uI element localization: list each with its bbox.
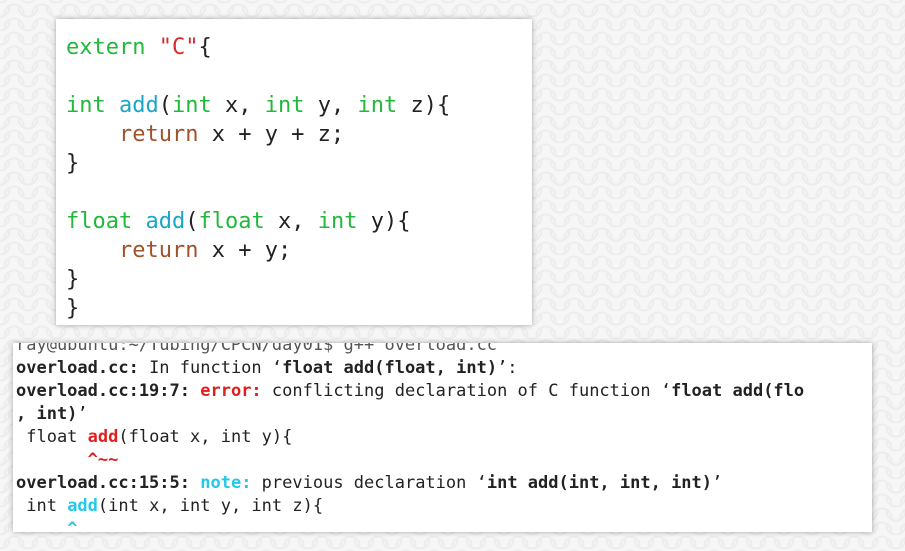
code-line-9: }	[66, 267, 80, 292]
error-label: error:	[200, 381, 262, 401]
code-line-5: }	[66, 151, 80, 176]
terminal-command-line: ray@ubuntu:~/Tubing/CPCN/day01$ g++ over…	[16, 343, 498, 355]
code-snippet-panel: extern "C"{ int add(int x, int y, int z)…	[56, 19, 532, 325]
code-line-8: return x + y;	[118, 238, 292, 263]
code-line-7: float add(float x, int y){	[66, 209, 411, 234]
terminal-line-error-source: float add(float x, int y){	[16, 427, 293, 447]
terminal-line-error-caret: ^~~	[87, 450, 119, 470]
terminal-text: ray@ubuntu:~/Tubing/CPCN/day01$ g++ over…	[16, 343, 804, 532]
terminal-line-in-function: overload.cc: In function ‘float add(floa…	[16, 358, 518, 378]
code-line-1: extern "C"{	[66, 35, 212, 60]
code-line-10: }	[66, 296, 80, 321]
code-line-3: int add(int x, int y, int z){	[66, 93, 451, 118]
terminal-line-error-cont: , int)’	[16, 404, 88, 424]
note-label: note:	[200, 473, 252, 493]
terminal-line-error: overload.cc:19:7: error: conflicting dec…	[16, 381, 805, 401]
terminal-output-panel: ray@ubuntu:~/Tubing/CPCN/day01$ g++ over…	[13, 343, 872, 532]
terminal-line-note-source: int add(int x, int y, int z){	[16, 496, 324, 516]
terminal-line-note-caret: ^	[67, 519, 78, 532]
code-line-4: return x + y + z;	[118, 122, 345, 147]
terminal-line-note: overload.cc:15:5: note: previous declara…	[16, 473, 723, 493]
